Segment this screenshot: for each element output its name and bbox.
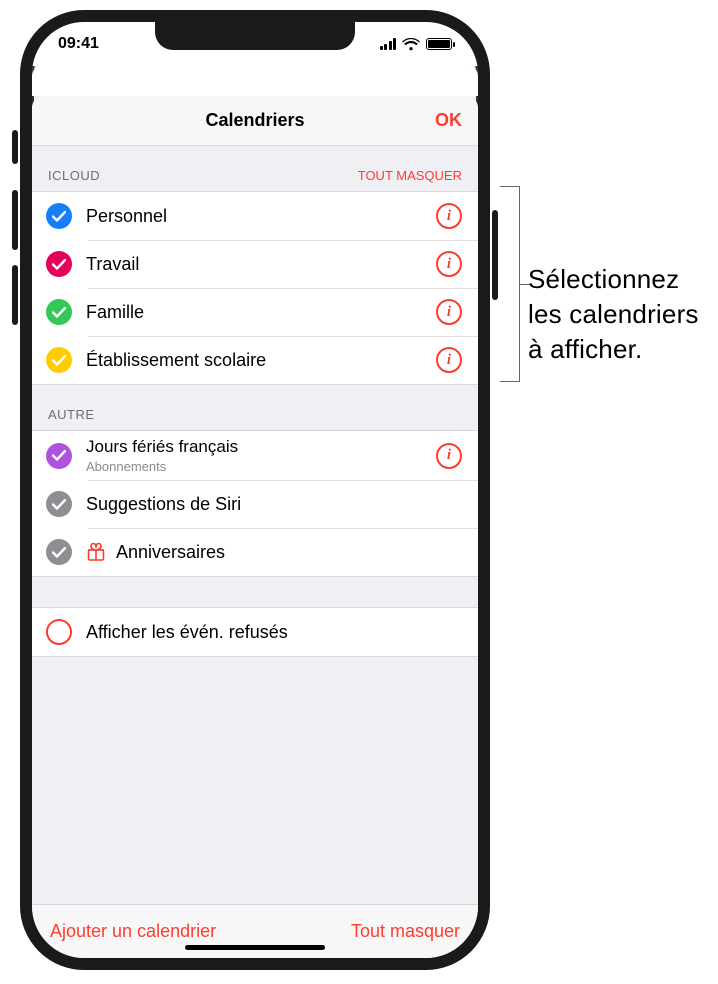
check-icon-empty [46,619,72,645]
info-icon[interactable]: i [436,347,462,373]
show-declined-row[interactable]: Afficher les évén. refusés [32,608,478,656]
phone-silent-switch [12,130,18,164]
sheet-title: Calendriers [205,110,304,131]
add-calendar-button[interactable]: Ajouter un calendrier [50,921,216,942]
info-icon[interactable]: i [436,203,462,229]
phone-power-button [492,210,498,300]
callout-line: à afficher. [528,332,699,367]
status-time: 09:41 [58,35,99,53]
calendar-row-etablissement[interactable]: Établissement scolaire i [32,336,478,384]
hide-all-button[interactable]: Tout masquer [351,921,460,942]
other-calendar-list: Jours fériés français Abonnements i Sugg… [32,430,478,577]
check-icon [46,251,72,277]
calendars-sheet: Calendriers OK ICLOUD TOUT MASQUER Perso… [32,96,478,958]
info-icon[interactable]: i [436,299,462,325]
group-header-label: ICLOUD [48,168,100,183]
declined-events-list: Afficher les évén. refusés [32,607,478,657]
callout-text: Sélectionnez les calendriers à afficher. [528,262,699,367]
calendar-sublabel: Abonnements [86,459,436,474]
calendar-row-travail[interactable]: Travail i [32,240,478,288]
check-icon [46,539,72,565]
group-header-label: AUTRE [48,407,95,422]
home-indicator[interactable] [185,945,325,950]
calendar-row-birthdays[interactable]: Anniversaires [32,528,478,576]
check-icon [46,203,72,229]
sheet-header: Calendriers OK [32,96,478,146]
group-header-icloud: ICLOUD TOUT MASQUER [32,146,478,191]
calendar-label: Suggestions de Siri [86,494,462,515]
sheet-content: ICLOUD TOUT MASQUER Personnel i [32,146,478,904]
info-icon[interactable]: i [436,251,462,277]
icloud-calendar-list: Personnel i Travail i Fami [32,191,478,385]
cellular-icon [380,38,397,50]
callout-line: Sélectionnez [528,262,699,297]
calendar-label: Personnel [86,206,436,227]
phone-notch [155,22,355,50]
callout-bracket [500,186,520,382]
calendar-row-holidays[interactable]: Jours fériés français Abonnements i [32,431,478,480]
calendar-row-famille[interactable]: Famille i [32,288,478,336]
calendar-label: Établissement scolaire [86,350,436,371]
check-icon [46,491,72,517]
calendar-row-personnel[interactable]: Personnel i [32,192,478,240]
hide-all-icloud-button[interactable]: TOUT MASQUER [358,168,462,183]
calendar-row-siri[interactable]: Suggestions de Siri [32,480,478,528]
sheet-backdrop [32,66,478,96]
group-header-other: AUTRE [32,385,478,430]
calendar-label: Jours fériés français [86,437,436,457]
battery-icon [426,38,452,50]
check-icon [46,299,72,325]
calendar-label: Travail [86,254,436,275]
info-icon[interactable]: i [436,443,462,469]
gift-icon [86,542,106,562]
declined-label: Afficher les évén. refusés [86,622,462,643]
check-icon [46,347,72,373]
callout-line: les calendriers [528,297,699,332]
wifi-icon [402,38,420,51]
phone-volume-down [12,265,18,325]
check-icon [46,443,72,469]
calendar-label: Famille [86,302,436,323]
phone-frame: 09:41 Calendriers OK ICLOUD TOUT MASQUER [20,10,490,970]
phone-volume-up [12,190,18,250]
calendar-label: Anniversaires [116,542,462,563]
ok-button[interactable]: OK [435,96,462,145]
